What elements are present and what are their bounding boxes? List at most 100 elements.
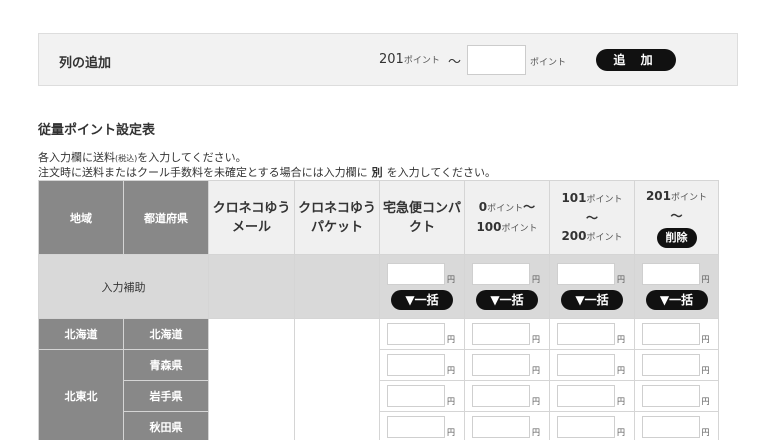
fee-cell: 円 (464, 318, 550, 350)
point-settings-table: 地域 都道府県 クロネコゆうメール クロネコゆうパケット 宅急便コンパクト 0ポ… (38, 180, 719, 440)
fee-input[interactable] (557, 354, 615, 376)
note-line-2: 注文時に送料またはクール手数料を未確定とする場合には入力欄に別を入力してください… (38, 164, 496, 180)
fee-cell: 円 (634, 349, 719, 381)
fee-cell: 円 (379, 380, 465, 412)
range2-to-unit: ポイント (586, 232, 623, 243)
yen-label: 円 (617, 366, 625, 375)
packet-empty-cell (294, 318, 380, 440)
range1-to-unit: ポイント (501, 223, 538, 234)
fee-input[interactable] (641, 385, 700, 407)
prefecture-cell: 秋田県 (123, 411, 209, 440)
range2-from: 101 (561, 190, 587, 205)
bulk-apply-button[interactable]: ▼一括 (561, 290, 623, 310)
helper-input[interactable] (641, 263, 700, 285)
yen-label: 円 (617, 275, 625, 284)
yen-label: 円 (701, 428, 710, 437)
region-cell: 北東北 (38, 349, 124, 440)
yen-label: 円 (617, 335, 625, 344)
header-range-2: 101ポイント 〜 200ポイント (549, 180, 635, 255)
helper-input[interactable] (557, 263, 615, 285)
fee-cell: 円 (634, 380, 719, 412)
add-column-from: 201ポイント (379, 52, 440, 67)
add-column-button[interactable]: 追 加 (596, 49, 676, 71)
prefecture-cell: 北海道 (123, 318, 209, 350)
fee-cell: 円 (379, 318, 465, 350)
fee-input[interactable] (387, 354, 445, 376)
bulk-apply-button[interactable]: ▼一括 (645, 290, 708, 310)
header-row: 地域 都道府県 クロネコゆうメール クロネコゆうパケット 宅急便コンパクト 0ポ… (38, 180, 719, 255)
yen-label: 円 (701, 335, 710, 344)
delete-column-button[interactable]: 削除 (656, 228, 697, 248)
fee-cell: 円 (464, 349, 550, 381)
bulk-apply-button[interactable]: ▼一括 (476, 290, 538, 310)
range3-from: 201 (645, 189, 672, 203)
range2-to: 200 (561, 228, 587, 243)
add-column-title: 列の追加 (59, 56, 112, 71)
note-2a: 注文時に送料またはクール手数料を未確定とする場合には入力欄に (38, 166, 368, 179)
to-points-input[interactable] (467, 45, 526, 75)
range2-tilde: 〜 (585, 210, 598, 225)
fee-cell: 円 (379, 349, 465, 381)
fee-input[interactable] (387, 385, 445, 407)
input-helper-label: 入力補助 (38, 254, 209, 319)
range3-tilde: 〜 (670, 209, 683, 223)
fee-input[interactable] (472, 416, 530, 438)
fee-input[interactable] (472, 323, 530, 345)
header-kuroneko-mail: クロネコゆうメール (208, 180, 295, 255)
fee-input[interactable] (557, 323, 615, 345)
yen-label: 円 (447, 428, 455, 437)
yen-label: 円 (617, 397, 625, 406)
fee-input[interactable] (641, 416, 700, 438)
fee-input[interactable] (472, 385, 530, 407)
yen-label: 円 (447, 397, 455, 406)
fee-cell: 円 (634, 411, 719, 440)
from-value: 201 (379, 52, 404, 67)
helper-range-2: 円 ▼一括 (549, 254, 635, 319)
range1-tilde: 〜 (523, 199, 536, 214)
header-region: 地域 (38, 180, 124, 255)
fee-cell: 円 (549, 380, 635, 412)
note-2-keyword: 別 (371, 166, 383, 179)
yen-label: 円 (617, 428, 625, 437)
section-title: 従量ポイント設定表 (38, 123, 156, 138)
fee-input[interactable] (557, 385, 615, 407)
range3-from-unit: ポイント (671, 193, 708, 203)
note-2b: を入力してください。 (386, 166, 497, 179)
fee-cell: 円 (549, 349, 635, 381)
add-column-panel: 列の追加 201ポイント 〜 ポイント 追 加 (38, 33, 738, 86)
header-range-1: 0ポイント〜 100ポイント (464, 180, 550, 255)
helper-compact: 円 ▼一括 (379, 254, 465, 319)
fee-input[interactable] (472, 354, 530, 376)
fee-input[interactable] (641, 323, 700, 345)
region-cell: 北海道 (38, 318, 124, 350)
range2-from-unit: ポイント (586, 194, 623, 205)
helper-range-3: 円 ▼一括 (634, 254, 719, 319)
fee-input[interactable] (387, 323, 445, 345)
note-1a: 各入力欄に送料 (38, 151, 115, 164)
fee-cell: 円 (464, 380, 550, 412)
helper-input[interactable] (387, 263, 445, 285)
header-range-3: 201ポイント 〜 削除 (634, 180, 719, 255)
mail-empty-cell (208, 318, 295, 440)
note-1-tax: (税込) (115, 154, 138, 163)
range-tilde: 〜 (448, 55, 462, 70)
helper-empty-mail (208, 254, 295, 319)
helper-range-1: 円 ▼一括 (464, 254, 550, 319)
yen-label: 円 (701, 366, 710, 375)
fee-input[interactable] (557, 416, 615, 438)
to-unit: ポイント (530, 58, 567, 68)
fee-input[interactable] (387, 416, 445, 438)
fee-cell: 円 (549, 411, 635, 440)
fee-cell: 円 (634, 318, 719, 350)
prefecture-cell: 岩手県 (123, 380, 209, 412)
range1-from-unit: ポイント (487, 203, 524, 214)
fee-cell: 円 (464, 411, 550, 440)
fee-cell: 円 (379, 411, 465, 440)
helper-empty-packet (294, 254, 380, 319)
fee-input[interactable] (641, 354, 700, 376)
helper-input[interactable] (472, 263, 530, 285)
yen-label: 円 (532, 335, 540, 344)
fee-cell: 円 (549, 318, 635, 350)
input-helper-row: 入力補助 円 ▼一括 円 ▼一括 円 ▼一括 円 ▼一括 (38, 254, 719, 319)
bulk-apply-button[interactable]: ▼一括 (391, 290, 453, 310)
